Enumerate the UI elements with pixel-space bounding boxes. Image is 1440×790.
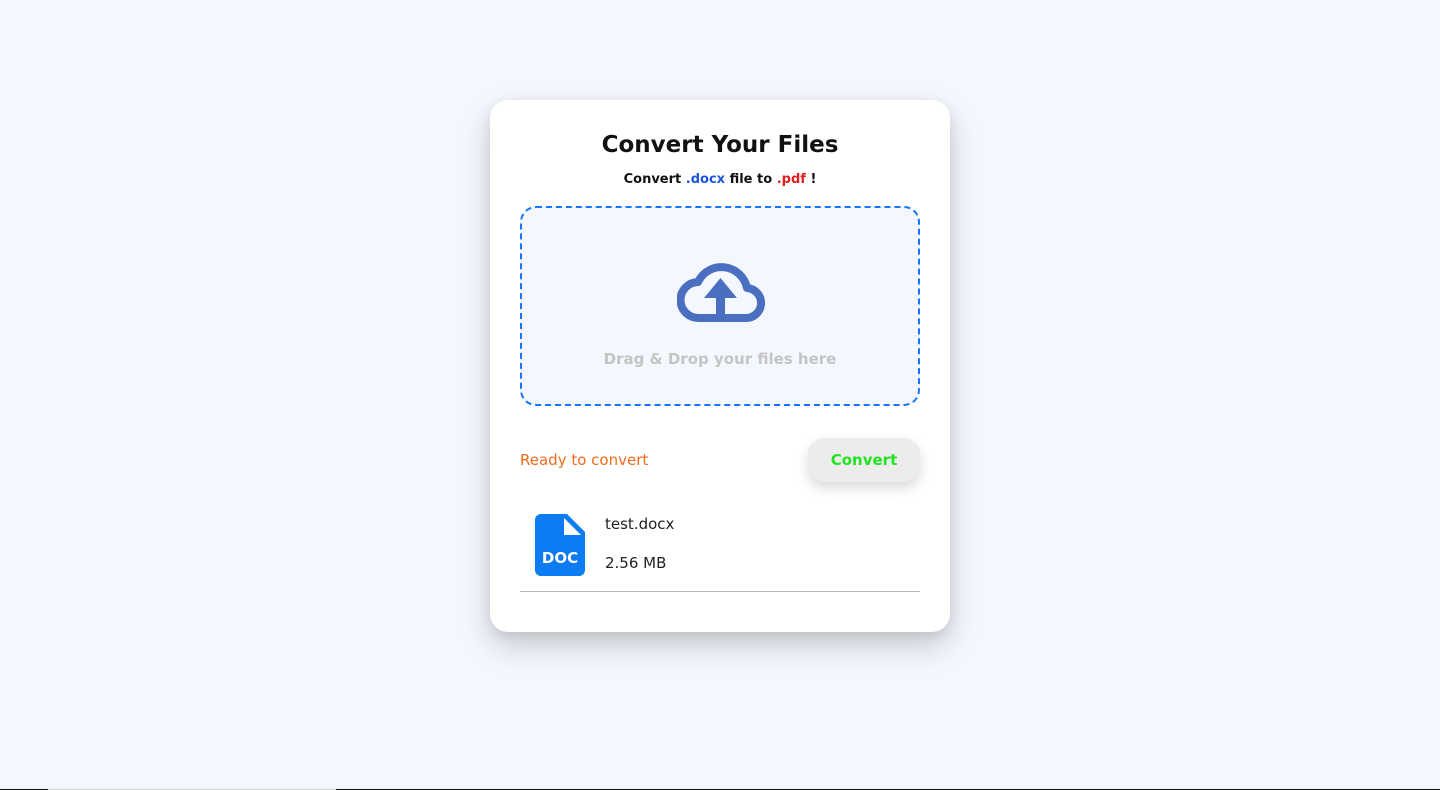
status-text: Ready to convert <box>520 451 649 469</box>
file-size: 2.56 MB <box>605 554 667 572</box>
file-list-item: DOC test.docx 2.56 MB <box>520 510 920 592</box>
converter-card: Convert Your Files Convert .docx file to… <box>490 100 950 632</box>
cloud-upload-icon <box>677 263 765 323</box>
subtitle: Convert .docx file to .pdf ! <box>490 172 950 187</box>
source-extension: .docx <box>685 172 726 187</box>
subtitle-middle: file to <box>725 172 777 187</box>
doc-file-icon: DOC <box>535 514 585 576</box>
dropzone-text: Drag & Drop your files here <box>603 350 837 368</box>
convert-button[interactable]: Convert <box>808 438 920 482</box>
file-name: test.docx <box>605 515 675 533</box>
subtitle-suffix: ! <box>805 172 817 187</box>
target-extension: .pdf <box>776 172 806 187</box>
page-title: Convert Your Files <box>601 132 839 158</box>
doc-file-icon-label: DOC <box>542 549 578 567</box>
subtitle-prefix: Convert <box>623 172 686 187</box>
file-dropzone[interactable]: Drag & Drop your files here <box>520 206 920 406</box>
